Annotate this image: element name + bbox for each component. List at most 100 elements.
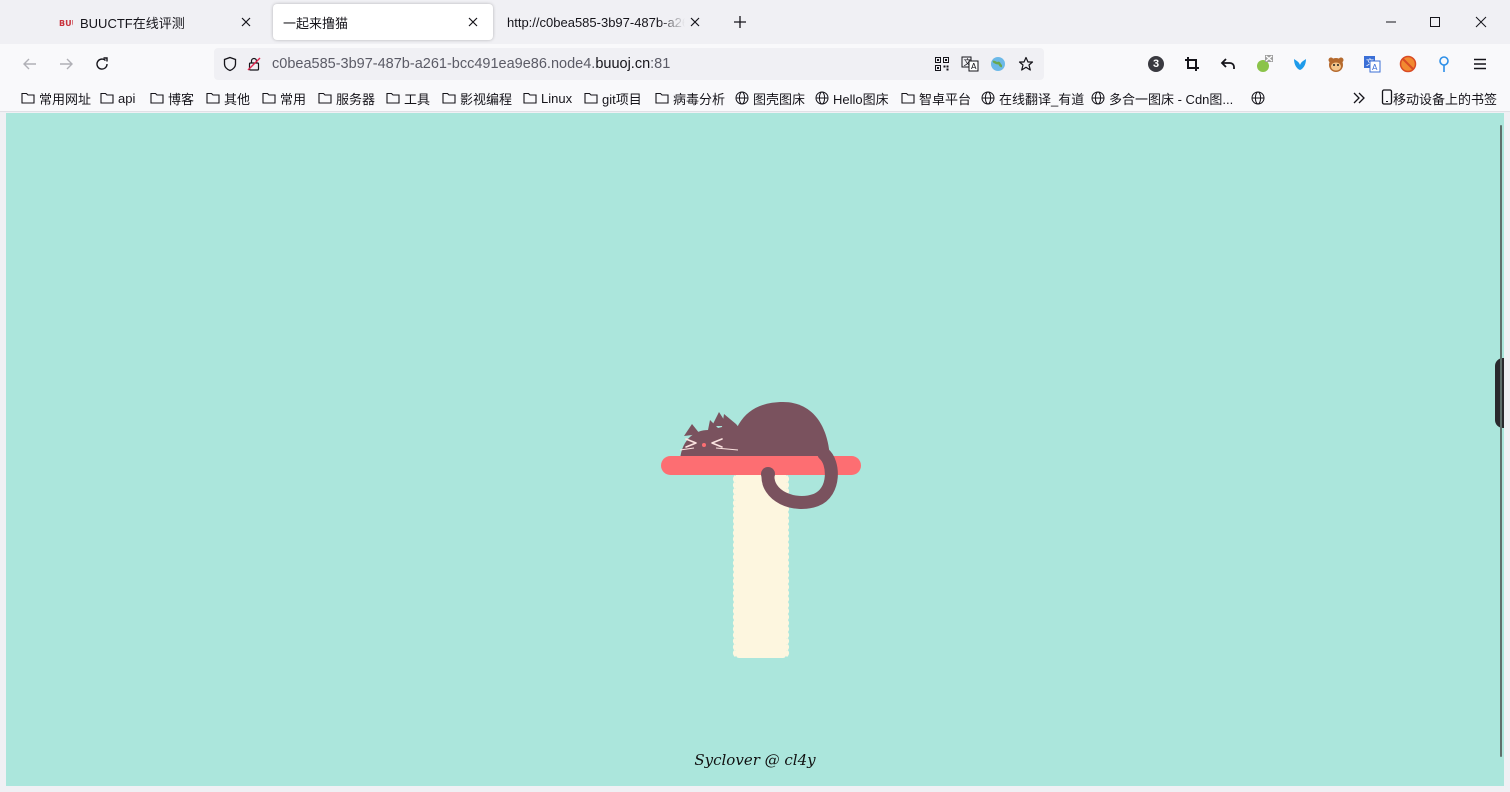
svg-text:A: A <box>971 62 977 71</box>
globe-icon <box>734 90 750 106</box>
bookmark-label: 病毒分析 <box>673 91 726 107</box>
tab-buuctf[interactable]: BUU BUUCTF在线评测 <box>48 4 266 40</box>
qr-code-icon[interactable] <box>930 52 954 76</box>
maximize-button[interactable] <box>1412 6 1458 38</box>
address-bar[interactable]: c0bea585-3b97-487b-a261-bcc491ea9e86.nod… <box>214 48 1044 80</box>
bookmark-label: 其他 <box>224 91 251 107</box>
ad-block-icon[interactable] <box>1396 52 1420 76</box>
bookmark-item[interactable]: 影视编程 <box>441 89 512 107</box>
window-bottom-border <box>0 786 1510 792</box>
bookmark-item[interactable]: 智卓平台 <box>900 89 971 107</box>
svg-text:A: A <box>1372 63 1378 72</box>
extension-badge-count: 3 <box>1152 58 1160 70</box>
bookmark-label: 博客 <box>168 91 195 107</box>
bookmark-item[interactable]: 常用网址 <box>20 89 91 107</box>
menu-hamburger-icon[interactable] <box>1468 52 1492 76</box>
translate-page-icon[interactable]: 文A <box>958 52 982 76</box>
tampermonkey-icon[interactable] <box>1324 52 1348 76</box>
bookmark-label: 影视编程 <box>460 91 513 107</box>
page-content: Syclover @ cl4y <box>6 113 1504 786</box>
folder-icon <box>583 90 599 106</box>
tab-title: BUUCTF在线评测 <box>80 15 185 31</box>
tab-url[interactable]: http://c0bea585-3b97-487b-a26 <box>497 4 715 40</box>
bookmark-label: 图壳图床 <box>753 91 806 107</box>
mobile-bookmarks-label: 移动设备上的书签 <box>1393 91 1498 107</box>
close-tab-icon[interactable] <box>685 12 705 32</box>
folder-icon <box>441 90 457 106</box>
close-window-button[interactable] <box>1458 6 1504 38</box>
translate-extension-icon[interactable]: 文A <box>1360 52 1384 76</box>
close-tab-icon[interactable] <box>463 12 483 32</box>
cat-illustration <box>661 402 861 658</box>
scrollbar[interactable] <box>1500 125 1502 757</box>
bookmarks-toolbar: 移动设备上的书签 常用网址 api 博客 其他 常用 服务器 工具 影视编程 Linux git项… <box>0 84 1510 112</box>
cat-on-scratching-post[interactable] <box>646 396 866 666</box>
crop-screenshot-icon[interactable] <box>1180 52 1204 76</box>
forward-button[interactable] <box>52 50 80 78</box>
bookmark-label: 常用 <box>280 91 307 107</box>
url-prefix: c0bea585-3b97-487b-a261-bcc491ea9e86.nod… <box>272 56 596 72</box>
svg-text:BUU: BUU <box>59 19 73 27</box>
url-port: :81 <box>650 56 671 72</box>
location-pin-icon[interactable] <box>1432 52 1456 76</box>
undo-icon[interactable] <box>1216 52 1240 76</box>
folder-icon <box>317 90 333 106</box>
url-text[interactable]: c0bea585-3b97-487b-a261-bcc491ea9e86.nod… <box>272 56 930 72</box>
folder-icon <box>99 90 115 106</box>
folder-icon <box>20 90 36 106</box>
cat-body <box>679 402 830 464</box>
footer-signature: Syclover @ cl4y <box>694 751 816 769</box>
bookmark-item[interactable]: 工具 <box>385 89 430 107</box>
bookmark-item[interactable]: 服务器 <box>317 89 375 107</box>
bookmark-item[interactable]: 在线翻译_有道 <box>980 89 1084 107</box>
globe-icon <box>1090 90 1106 106</box>
tab-strip: BUU BUUCTF在线评测 一起来撸猫 http://c0bea585-3b9… <box>0 0 1510 44</box>
extension-badge-icon[interactable]: 3 <box>1144 52 1168 76</box>
new-tab-button[interactable] <box>728 10 752 34</box>
bookmark-label: git项目 <box>602 91 642 107</box>
bookmark-item[interactable]: Hello图床 <box>814 89 889 107</box>
bookmark-item[interactable]: 多合一图床 - Cdn图... <box>1090 89 1233 107</box>
bookmark-item[interactable] <box>1250 89 1269 107</box>
folder-icon <box>900 90 916 106</box>
minimize-button[interactable] <box>1368 6 1414 38</box>
mobile-bookmarks[interactable]: 移动设备上的书签 <box>1381 88 1498 108</box>
bookmark-label: 在线翻译_有道 <box>999 91 1085 107</box>
bird-extension-icon[interactable] <box>1288 52 1312 76</box>
folder-icon <box>654 90 670 106</box>
back-button[interactable] <box>16 50 44 78</box>
bookmark-item[interactable]: 图壳图床 <box>734 89 805 107</box>
tab-title: http://c0bea585-3b97-487b-a26 <box>507 14 685 30</box>
bookmark-label: Hello图床 <box>833 91 889 107</box>
mobile-device-icon <box>1381 88 1393 108</box>
bookmark-item[interactable]: 常用 <box>261 89 306 107</box>
reload-button[interactable] <box>88 50 116 78</box>
buuctf-logo-icon: BUU <box>58 14 74 30</box>
folder-icon <box>385 90 401 106</box>
folder-icon <box>205 90 221 106</box>
bookmark-star-icon[interactable] <box>1014 52 1038 76</box>
url-domain: buuoj.cn <box>595 56 651 72</box>
bookmark-item[interactable]: 博客 <box>149 89 194 107</box>
close-tab-icon[interactable] <box>236 12 256 32</box>
more-bookmarks-chevron-icon[interactable] <box>1350 89 1368 107</box>
proxy-extension-icon[interactable] <box>1252 52 1276 76</box>
tab-cat-page[interactable]: 一起来撸猫 <box>273 4 493 40</box>
bookmark-label: 工具 <box>404 91 431 107</box>
tracking-shield-icon[interactable] <box>218 52 242 76</box>
globe-icon <box>1250 90 1266 106</box>
globe-icon <box>980 90 996 106</box>
globe-extension-icon[interactable] <box>986 52 1010 76</box>
navigation-toolbar: c0bea585-3b97-487b-a261-bcc491ea9e86.nod… <box>0 44 1510 84</box>
insecure-lock-icon[interactable] <box>242 52 266 76</box>
bookmark-item[interactable]: 病毒分析 <box>654 89 725 107</box>
bookmark-item[interactable]: api <box>99 89 135 107</box>
bookmark-item[interactable]: Linux <box>522 89 572 107</box>
bookmark-label: 多合一图床 - Cdn图... <box>1109 91 1234 107</box>
bookmark-label: 常用网址 <box>39 91 92 107</box>
bookmark-item[interactable]: 其他 <box>205 89 250 107</box>
folder-icon <box>522 90 538 106</box>
bookmark-item[interactable]: git项目 <box>583 89 642 107</box>
folder-icon <box>261 90 277 106</box>
bookmark-label: Linux <box>541 90 573 106</box>
